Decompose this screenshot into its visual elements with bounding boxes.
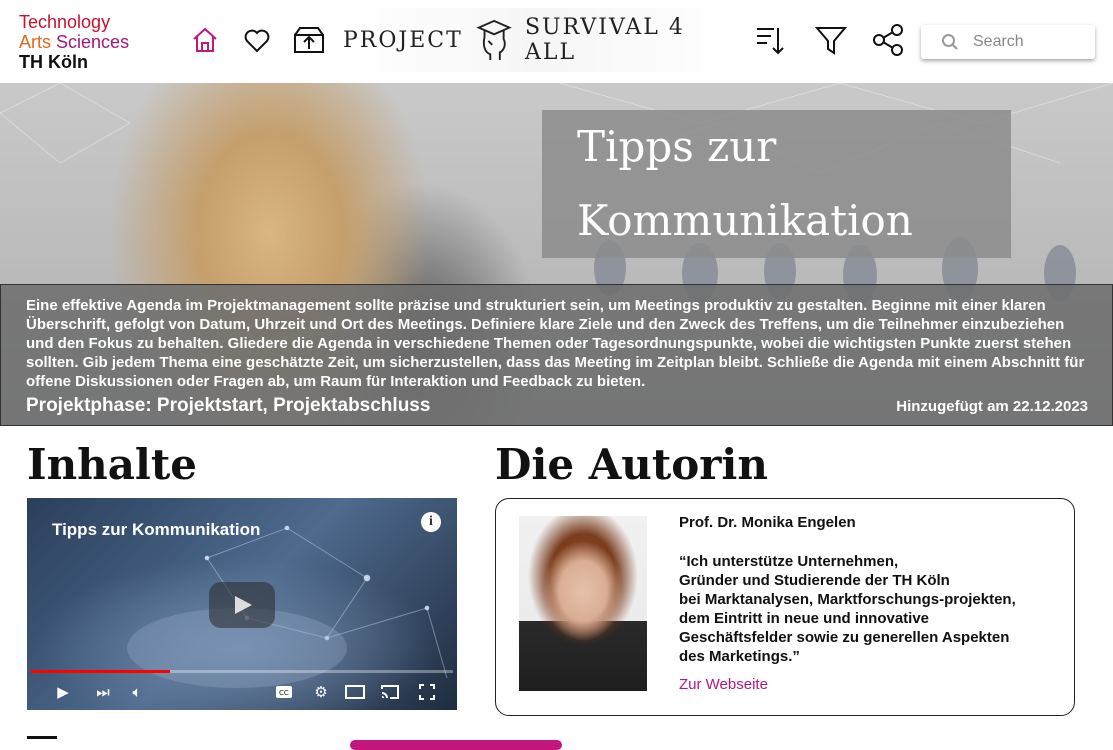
next-icon[interactable]: ⏭ (93, 682, 113, 702)
author-heading: Die Autorin (495, 440, 768, 489)
project-brand-banner: PROJECT SURVIVAL 4 ALL (343, 8, 735, 72)
favorites-button[interactable] (239, 22, 275, 58)
author-website-link[interactable]: Zur Webseite (679, 676, 768, 693)
accent-button-partial[interactable] (350, 740, 562, 750)
hero-title-box: Tipps zur Kommunikation (542, 110, 1011, 258)
search-icon (942, 34, 958, 50)
info-icon[interactable]: i (421, 512, 441, 532)
top-navigation-bar: Technology Arts Sciences TH Köln PROJECT… (0, 0, 1113, 83)
brand-project-text: PROJECT (343, 27, 463, 53)
logo-line-technology: Technology (19, 12, 111, 32)
brand-survival-text: SURVIVAL 4 ALL (524, 15, 685, 65)
author-quote: “Ich unterstütze Unternehmen, Gründer un… (679, 553, 1016, 665)
hero-banner: Tipps zur Kommunikation Eine effektive A… (0, 83, 1113, 426)
author-card: Prof. Dr. Monika Engelen “Ich unterstütz… (495, 498, 1075, 716)
filter-button[interactable] (813, 22, 849, 58)
subtitles-icon[interactable]: CC (273, 682, 295, 702)
logo-word-arts: Arts (19, 32, 52, 52)
heart-icon (244, 29, 270, 53)
next-section-heading-partial (27, 736, 57, 747)
settings-gear-icon[interactable]: ⚙ (310, 682, 332, 702)
logo-word-sciences: Sciences (56, 32, 130, 52)
svg-text:CC: CC (279, 689, 289, 697)
logo-line-th-koeln: TH Köln (19, 52, 88, 72)
home-icon (193, 27, 217, 52)
th-koeln-logo[interactable]: Technology Arts Sciences TH Köln (19, 12, 129, 72)
sort-button[interactable] (752, 22, 788, 58)
article-description: Eine effektive Agenda im Projektmanageme… (26, 297, 1085, 390)
miniplayer-icon[interactable] (344, 682, 366, 702)
video-progress-fill (31, 670, 171, 673)
share-icon (873, 24, 903, 56)
share-button[interactable] (870, 22, 906, 58)
hero-title-line2: Kommunikation (577, 196, 913, 245)
filter-icon (814, 27, 848, 55)
video-player[interactable]: Tipps zur Kommunikation i ▶ ⏭ 🔈︎ CC ⚙ (27, 498, 457, 710)
video-title: Tipps zur Kommunikation (52, 520, 261, 539)
project-phase-label: Projektphase: Projektstart, Projektabsch… (26, 395, 431, 416)
contents-heading: Inhalte (27, 440, 198, 489)
added-date-label: Hinzugefügt am 22.12.2023 (896, 398, 1088, 415)
play-icon[interactable]: ▶ (53, 682, 73, 702)
video-progress-bar[interactable] (31, 670, 453, 673)
author-photo (519, 516, 647, 691)
fullscreen-icon[interactable] (416, 682, 438, 702)
hero-title-line1: Tipps zur (577, 122, 777, 171)
volume-icon[interactable]: 🔈︎ (127, 682, 147, 702)
article-summary-panel: Eine effektive Agenda im Projektmanageme… (0, 284, 1113, 426)
sort-icon (757, 28, 784, 55)
upload-button[interactable] (291, 22, 327, 58)
home-button[interactable] (187, 22, 223, 58)
cast-icon[interactable] (379, 682, 401, 702)
author-name: Prof. Dr. Monika Engelen (679, 514, 856, 531)
search-input[interactable] (971, 32, 1085, 52)
graduate-head-icon (476, 19, 512, 61)
search-box[interactable] (921, 25, 1095, 59)
upload-box-icon (294, 27, 324, 53)
play-button-large[interactable] (209, 582, 275, 628)
